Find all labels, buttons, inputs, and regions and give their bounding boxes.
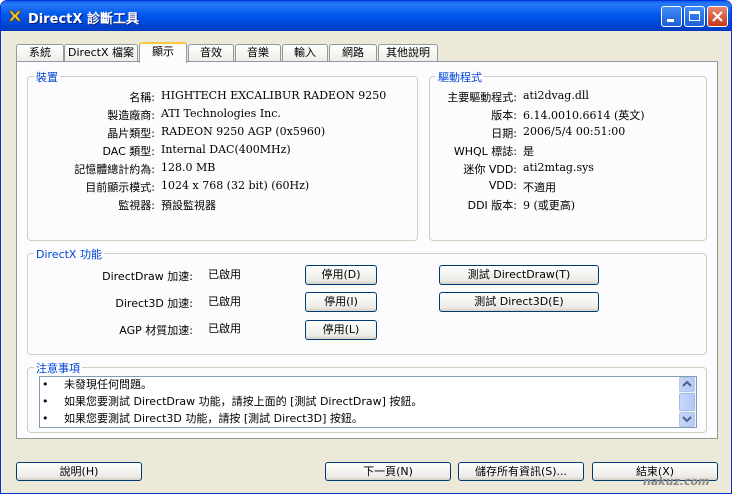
- driver-mini-vdd-value: ati2mtag.sys: [523, 161, 594, 174]
- maximize-icon: [689, 11, 700, 21]
- directx-x-icon: [8, 10, 22, 22]
- device-manufacturer-label: 製造廠商:: [107, 109, 155, 122]
- tab-music[interactable]: 音樂: [235, 44, 281, 62]
- agp-texture-accel-status: 已啟用: [208, 322, 241, 335]
- driver-date-label: 日期:: [491, 127, 517, 140]
- next-page-button[interactable]: 下一頁(N): [325, 462, 451, 481]
- device-manufacturer-value: ATI Technologies Inc.: [161, 107, 281, 120]
- device-display-mode-value: 1024 x 768 (32 bit) (60Hz): [161, 179, 310, 192]
- driver-date-value: 2006/5/4 00:51:00: [523, 125, 626, 138]
- note-text: 如果您要測試 DirectDraw 功能，請按上面的 [測試 DirectDra…: [64, 395, 423, 408]
- directdraw-accel-label: DirectDraw 加速:: [102, 270, 193, 283]
- note-bullet: •: [42, 395, 49, 408]
- scroll-up-icon: [682, 380, 692, 387]
- driver-mini-vdd-label: 迷你 VDD:: [463, 163, 517, 176]
- scroll-up-button[interactable]: [679, 377, 695, 392]
- tab-input[interactable]: 輸入: [282, 44, 328, 62]
- driver-whql-value: 是: [523, 145, 534, 158]
- driver-version-label: 版本:: [491, 109, 517, 122]
- test-directdraw-button[interactable]: 測試 DirectDraw(T): [439, 265, 599, 285]
- minimize-icon: [667, 19, 674, 22]
- note-bullet: •: [42, 378, 49, 391]
- help-button[interactable]: 說明(H): [16, 462, 142, 481]
- driver-vdd-value: 不適用: [523, 181, 556, 194]
- tab-system[interactable]: 系統: [16, 44, 64, 62]
- test-direct3d-button[interactable]: 測試 Direct3D(E): [439, 292, 599, 312]
- device-name-value: HIGHTECH EXCALIBUR RADEON 9250: [161, 89, 387, 102]
- device-group-title: 裝置: [34, 69, 60, 85]
- tab-network[interactable]: 網路: [329, 44, 377, 62]
- driver-main-label: 主要驅動程式:: [447, 91, 517, 104]
- close-button[interactable]: [707, 6, 728, 27]
- disable-direct3d-button[interactable]: 停用(I): [305, 292, 377, 312]
- scroll-down-button[interactable]: [679, 412, 695, 427]
- device-display-mode-label: 目前顯示模式:: [85, 181, 155, 194]
- notes-list[interactable]: • 未發現任何問題。 • 如果您要測試 DirectDraw 功能，請按上面的 …: [39, 376, 697, 428]
- watermark-text: nakuz.com: [643, 475, 710, 488]
- agp-texture-accel-label: AGP 材質加速:: [119, 324, 193, 337]
- directdraw-accel-status: 已啟用: [208, 268, 241, 281]
- device-chip-label: 晶片類型:: [107, 127, 155, 140]
- driver-whql-label: WHQL 標誌:: [453, 145, 517, 158]
- note-text: 未發現任何問題。: [64, 378, 152, 391]
- device-memory-label: 記憶體總計約為:: [74, 163, 155, 176]
- device-monitor-value: 預設監視器: [161, 199, 216, 212]
- note-bullet: •: [42, 412, 49, 425]
- directx-diagnostic-window: DirectX 診斷工具 系統 DirectX 檔案 顯示 音效 音樂 輸入 網…: [0, 0, 732, 494]
- scroll-thumb[interactable]: [679, 393, 695, 411]
- device-monitor-label: 監視器:: [118, 199, 155, 212]
- disable-directdraw-button[interactable]: 停用(D): [305, 265, 377, 285]
- driver-group-title: 驅動程式: [436, 69, 484, 85]
- tab-directx-files[interactable]: DirectX 檔案: [64, 44, 138, 62]
- directx-features-title: DirectX 功能: [34, 246, 104, 262]
- notes-title: 注意事項: [34, 360, 82, 376]
- minimize-button[interactable]: [661, 6, 682, 27]
- notes-scrollbar[interactable]: [679, 377, 696, 427]
- device-dac-value: Internal DAC(400MHz): [161, 143, 291, 156]
- scroll-down-icon: [682, 416, 692, 423]
- driver-ddi-value: 9 (或更高): [523, 199, 576, 212]
- device-dac-label: DAC 類型:: [102, 145, 156, 158]
- device-name-label: 名稱:: [129, 91, 155, 104]
- tab-more-help[interactable]: 其他說明: [378, 44, 438, 62]
- window-title: DirectX 診斷工具: [28, 12, 139, 27]
- driver-version-value: 6.14.0010.6614 (英文): [523, 109, 645, 122]
- note-text: 如果您要測試 Direct3D 功能，請按 [測試 Direct3D] 按鈕。: [64, 412, 363, 425]
- driver-ddi-label: DDI 版本:: [467, 199, 517, 212]
- driver-vdd-label: VDD:: [488, 179, 517, 192]
- save-all-info-button[interactable]: 儲存所有資訊(S)...: [458, 462, 584, 481]
- maximize-button[interactable]: [684, 6, 705, 27]
- tab-sound[interactable]: 音效: [188, 44, 234, 62]
- close-icon: [712, 11, 723, 22]
- disable-agp-texture-button[interactable]: 停用(L): [305, 320, 377, 340]
- direct3d-accel-label: Direct3D 加速:: [115, 297, 193, 310]
- device-memory-value: 128.0 MB: [161, 161, 216, 174]
- device-chip-value: RADEON 9250 AGP (0x5960): [161, 125, 326, 138]
- tab-display[interactable]: 顯示: [139, 42, 187, 63]
- title-bar[interactable]: DirectX 診斷工具: [1, 1, 731, 31]
- driver-main-value: ati2dvag.dll: [523, 89, 589, 102]
- direct3d-accel-status: 已啟用: [208, 295, 241, 308]
